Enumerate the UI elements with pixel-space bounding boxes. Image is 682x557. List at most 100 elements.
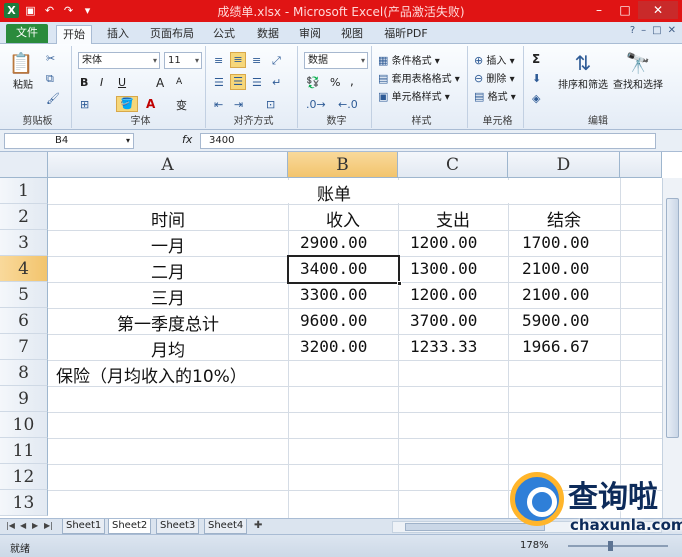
align-middle-icon[interactable]: ≡ <box>230 52 246 68</box>
label-cell[interactable]: 一月 <box>48 232 288 257</box>
income-cell[interactable]: 3300.00 <box>300 285 367 304</box>
shrink-font-button[interactable]: A <box>176 77 182 87</box>
tab-home[interactable]: 开始 <box>56 25 92 44</box>
header-income-cell[interactable]: 收入 <box>288 206 398 231</box>
cut-icon[interactable]: ✂ <box>46 52 55 65</box>
column-header-a[interactable]: A <box>48 152 288 178</box>
fill-icon[interactable]: ⬇ <box>532 72 541 85</box>
row-header[interactable]: 9 <box>0 386 48 412</box>
grow-font-button[interactable]: A <box>156 76 164 90</box>
tab-insert[interactable]: 插入 <box>100 25 136 44</box>
zoom-slider[interactable] <box>568 541 668 551</box>
prev-sheet-icon[interactable]: ◀ <box>20 521 26 530</box>
sheet-tab-sheet2[interactable]: Sheet2 <box>108 519 152 534</box>
label-cell[interactable]: 二月 <box>48 258 288 283</box>
merge-center-icon[interactable]: ⊡ <box>266 98 275 111</box>
balance-cell[interactable]: 2100.00 <box>522 285 589 304</box>
align-right-icon[interactable]: ☰ <box>252 76 262 89</box>
number-format-select[interactable]: 数据 ▾ <box>304 52 368 69</box>
formula-input[interactable]: 3400 <box>200 133 656 149</box>
income-cell[interactable]: 2900.00 <box>300 233 367 252</box>
phonetic-button[interactable]: 变 <box>176 97 187 113</box>
fill-color-icon[interactable]: 🪣 <box>116 96 138 112</box>
label-cell[interactable]: 月均 <box>48 336 288 361</box>
tab-view[interactable]: 视图 <box>334 25 370 44</box>
label-cell[interactable]: 第一季度总计 <box>48 310 288 335</box>
vertical-scrollbar[interactable] <box>662 178 682 518</box>
expense-cell[interactable]: 1200.00 <box>410 285 477 304</box>
insert-cells-button[interactable]: ⊕ 插入 ▾ <box>474 52 515 67</box>
balance-cell[interactable]: 1966.67 <box>522 337 589 356</box>
comma-button[interactable]: , <box>350 74 354 88</box>
tab-file[interactable]: 文件 <box>6 24 48 43</box>
border-icon[interactable]: ⊞ <box>80 98 89 111</box>
copy-icon[interactable]: ⧉ <box>46 72 54 86</box>
increase-indent-icon[interactable]: ⇥ <box>234 98 243 111</box>
row-header[interactable]: 13 <box>0 490 48 516</box>
row-header[interactable]: 11 <box>0 438 48 464</box>
column-header-b[interactable]: B <box>288 152 398 178</box>
paste-button[interactable]: 📋 粘贴 <box>8 50 38 91</box>
currency-icon[interactable]: 💱 <box>306 76 320 89</box>
minimize-icon[interactable]: – <box>586 1 612 19</box>
maximize-icon[interactable]: □ <box>612 1 638 19</box>
sheet-title-cell[interactable]: 账单 <box>48 180 620 205</box>
insert-function-button[interactable]: fx <box>182 133 192 146</box>
balance-cell[interactable]: 5900.00 <box>522 311 589 330</box>
header-expense-cell[interactable]: 支出 <box>398 206 508 231</box>
font-size-select[interactable]: 11 ▾ <box>164 52 202 69</box>
format-cells-button[interactable]: ▤ 格式 ▾ <box>474 88 516 103</box>
sheet-tab-sheet3[interactable]: Sheet3 <box>156 519 200 534</box>
percent-button[interactable]: % <box>330 76 340 89</box>
insurance-note-cell[interactable]: 保险（月均收入的10%） <box>56 362 251 387</box>
row-header[interactable]: 5 <box>0 282 48 308</box>
help-icon[interactable]: ? <box>630 25 635 36</box>
vertical-scroll-thumb[interactable] <box>666 198 679 438</box>
ribbon-close-icon[interactable]: ✕ <box>668 25 676 36</box>
format-painter-icon[interactable]: 🖌 <box>46 92 60 105</box>
row-header[interactable]: 1 <box>0 178 48 204</box>
italic-button[interactable]: I <box>100 76 103 89</box>
align-left-icon[interactable]: ☰ <box>214 76 224 89</box>
new-sheet-icon[interactable]: ✚ <box>254 520 262 531</box>
first-sheet-icon[interactable]: |◀ <box>6 521 15 530</box>
font-color-icon[interactable]: A <box>146 97 155 111</box>
active-cell-selection[interactable] <box>287 255 402 286</box>
row-header[interactable]: 6 <box>0 308 48 334</box>
worksheet-grid[interactable]: A B C D 1 2 3 4 5 6 7 8 9 10 11 12 13 账单… <box>0 152 682 518</box>
income-cell[interactable]: 3200.00 <box>300 337 367 356</box>
underline-button[interactable]: U <box>118 76 126 89</box>
tab-formulas[interactable]: 公式 <box>206 25 242 44</box>
column-header-c[interactable]: C <box>398 152 508 178</box>
label-cell[interactable]: 三月 <box>48 284 288 309</box>
sheet-tab-sheet1[interactable]: Sheet1 <box>62 519 106 534</box>
decrease-indent-icon[interactable]: ⇤ <box>214 98 223 111</box>
header-time-cell[interactable]: 时间 <box>48 206 288 231</box>
expense-cell[interactable]: 1233.33 <box>410 337 477 356</box>
cell-styles-button[interactable]: ▣ 单元格样式 ▾ <box>378 88 450 103</box>
align-center-icon[interactable]: ☰ <box>230 74 246 90</box>
row-header[interactable]: 3 <box>0 230 48 256</box>
delete-cells-button[interactable]: ⊖ 删除 ▾ <box>474 70 515 85</box>
income-cell[interactable]: 9600.00 <box>300 311 367 330</box>
tab-page-layout[interactable]: 页面布局 <box>144 25 200 44</box>
row-header[interactable]: 10 <box>0 412 48 438</box>
row-header[interactable]: 12 <box>0 464 48 490</box>
ribbon-minimize-icon[interactable]: – <box>641 25 646 36</box>
align-bottom-icon[interactable]: ≡ <box>252 54 261 67</box>
format-as-table-button[interactable]: ▤ 套用表格格式 ▾ <box>378 70 460 85</box>
bold-button[interactable]: B <box>80 76 88 89</box>
sheet-tab-sheet4[interactable]: Sheet4 <box>204 519 248 534</box>
column-header-e[interactable] <box>620 152 662 178</box>
tab-data[interactable]: 数据 <box>250 25 286 44</box>
expense-cell[interactable]: 3700.00 <box>410 311 477 330</box>
autosum-button[interactable]: Σ <box>532 52 540 66</box>
sort-filter-button[interactable]: ⇅ 排序和筛选 <box>558 50 608 91</box>
expense-cell[interactable]: 1300.00 <box>410 259 477 278</box>
header-balance-cell[interactable]: 结余 <box>508 206 620 231</box>
row-header[interactable]: 7 <box>0 334 48 360</box>
balance-cell[interactable]: 1700.00 <box>522 233 589 252</box>
clear-icon[interactable]: ◈ <box>532 92 540 105</box>
expense-cell[interactable]: 1200.00 <box>410 233 477 252</box>
align-top-icon[interactable]: ≡ <box>214 54 223 67</box>
